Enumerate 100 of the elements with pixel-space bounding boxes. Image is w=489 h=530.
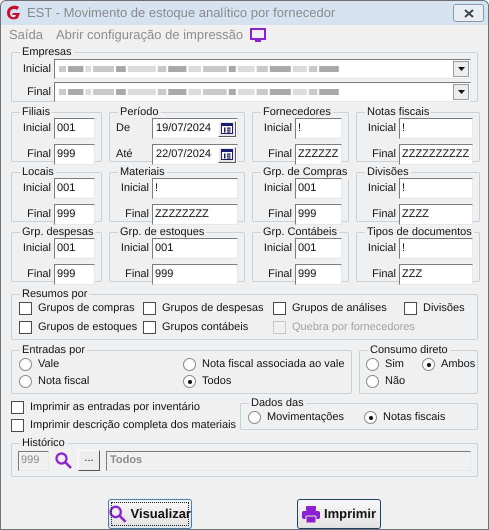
checkbox-label: Grupos de estoques [38, 320, 138, 335]
dropdown-field[interactable] [54, 82, 471, 102]
group-title: Grp. Contábeis [263, 226, 337, 238]
input-field[interactable]: ! [399, 238, 473, 259]
monitor-icon[interactable] [250, 28, 266, 42]
radio-label: Ambos [441, 357, 476, 372]
input-field[interactable]: 999 [54, 204, 95, 225]
group-title: Consumo direto [370, 344, 448, 356]
input-field[interactable]: 001 [295, 178, 342, 199]
input-field[interactable]: ZZZZZZZZ [152, 204, 238, 225]
field-label: Inicial [120, 241, 149, 256]
input-field[interactable]: ! [295, 118, 342, 139]
search-icon[interactable] [55, 452, 72, 469]
group-title: Período [120, 106, 159, 118]
radio-label: Notas fiscais [383, 410, 446, 425]
radio-button[interactable] [19, 358, 32, 371]
calendar-button[interactable] [218, 120, 236, 136]
input-field[interactable]: 001 [54, 178, 95, 199]
field-label: Final [371, 207, 396, 222]
input-field[interactable]: ZZZ [399, 264, 473, 285]
field-label: Final [26, 84, 51, 100]
preview-button[interactable]: Visualizar [108, 499, 192, 529]
checkbox[interactable] [143, 321, 156, 334]
radio-button[interactable] [248, 411, 261, 424]
group-title: Divisões [367, 166, 409, 178]
date-value: 19/07/2024 [156, 121, 212, 136]
dropdown-button[interactable] [453, 61, 469, 77]
radio-button[interactable] [422, 358, 435, 371]
checkbox[interactable] [19, 321, 32, 334]
field-label: Inicial [22, 241, 51, 256]
calendar-icon [221, 123, 233, 134]
radio-button[interactable] [183, 358, 196, 371]
date-field[interactable]: 22/07/2024 [152, 144, 238, 165]
input-field[interactable]: ZZZZ [399, 204, 473, 225]
checkbox-label: Grupos contábeis [162, 320, 248, 335]
dropdown-button[interactable] [453, 84, 469, 100]
close-icon [464, 8, 474, 18]
radio-button[interactable] [19, 375, 32, 388]
checkbox-label: Grupos de despesas [162, 301, 264, 316]
field-label: Final [26, 207, 51, 222]
group-title: Resumos por [22, 288, 88, 300]
field-label: Inicial [262, 121, 292, 136]
field-label: Inicial [366, 241, 396, 256]
field-label: Final [26, 147, 51, 162]
input-field[interactable]: ! [399, 178, 473, 199]
radio-label: Não [385, 374, 406, 389]
field-label: Inicial [120, 181, 149, 196]
input-field[interactable]: ! [152, 178, 238, 199]
checkbox-label: Imprimir descrição completa dos materiais [30, 418, 236, 433]
radio-button[interactable] [183, 375, 196, 388]
calendar-button[interactable] [218, 146, 236, 162]
checkbox[interactable] [11, 419, 24, 432]
input-field[interactable]: ZZZZZZZZZZ [399, 144, 473, 165]
checkbox[interactable] [404, 302, 417, 315]
field-label: Final [267, 207, 292, 222]
radio-label: Todos [202, 374, 232, 389]
print-button[interactable]: Imprimir [297, 499, 381, 529]
checkbox[interactable] [11, 401, 24, 414]
radio-button[interactable] [366, 375, 379, 388]
group-title: Notas fiscais [367, 106, 430, 118]
calendar-icon [221, 149, 233, 160]
app-logo-icon [5, 5, 23, 21]
radio-button[interactable] [364, 411, 377, 424]
checkbox[interactable] [143, 302, 156, 315]
field-label: Inicial [262, 181, 292, 196]
checkbox-label: Grupos de compras [38, 301, 135, 316]
group-title: Empresas [22, 46, 72, 58]
group-title: Grp. despesas [22, 226, 94, 238]
window-title: EST - Movimento de estoque analítico por fornecedor [27, 4, 336, 22]
group-title: Materiais [120, 166, 165, 178]
checkbox[interactable] [19, 302, 32, 315]
input-field[interactable]: 001 [54, 238, 95, 259]
input-field[interactable]: 999 [152, 264, 238, 285]
input-field[interactable]: ! [399, 118, 473, 139]
radio-label: Nota fiscal [38, 374, 90, 389]
close-button[interactable] [453, 4, 484, 22]
input-field[interactable]: 999 [295, 264, 342, 285]
field-label: Final [371, 267, 396, 282]
input-field[interactable]: 001 [54, 118, 95, 139]
radio-button[interactable] [366, 358, 379, 371]
input-field[interactable]: 999 [54, 144, 95, 165]
field-label: De [116, 121, 132, 136]
date-field[interactable]: 19/07/2024 [152, 118, 238, 139]
checkbox[interactable] [273, 302, 286, 315]
checkbox-label: Divisões [423, 301, 465, 316]
input-field[interactable]: 001 [295, 238, 342, 259]
field-label: Final [371, 147, 396, 162]
caret-icon [458, 90, 464, 94]
browse-button[interactable]: ... [78, 450, 100, 471]
input-field[interactable]: 999 [54, 264, 95, 285]
date-value: 22/07/2024 [156, 147, 212, 162]
group-title: Grp. de Compras [263, 166, 348, 178]
radio-label: Nota fiscal associada ao vale [202, 357, 344, 372]
radio-label: Movimentações [267, 410, 344, 425]
input-field[interactable]: 999 [295, 204, 342, 225]
input-field[interactable]: ZZZZZZ [295, 144, 342, 165]
group-title: Tipos de documentos [367, 226, 472, 238]
input-field[interactable]: 001 [152, 238, 238, 259]
printer-icon [302, 506, 320, 522]
dropdown-field[interactable] [54, 59, 471, 79]
